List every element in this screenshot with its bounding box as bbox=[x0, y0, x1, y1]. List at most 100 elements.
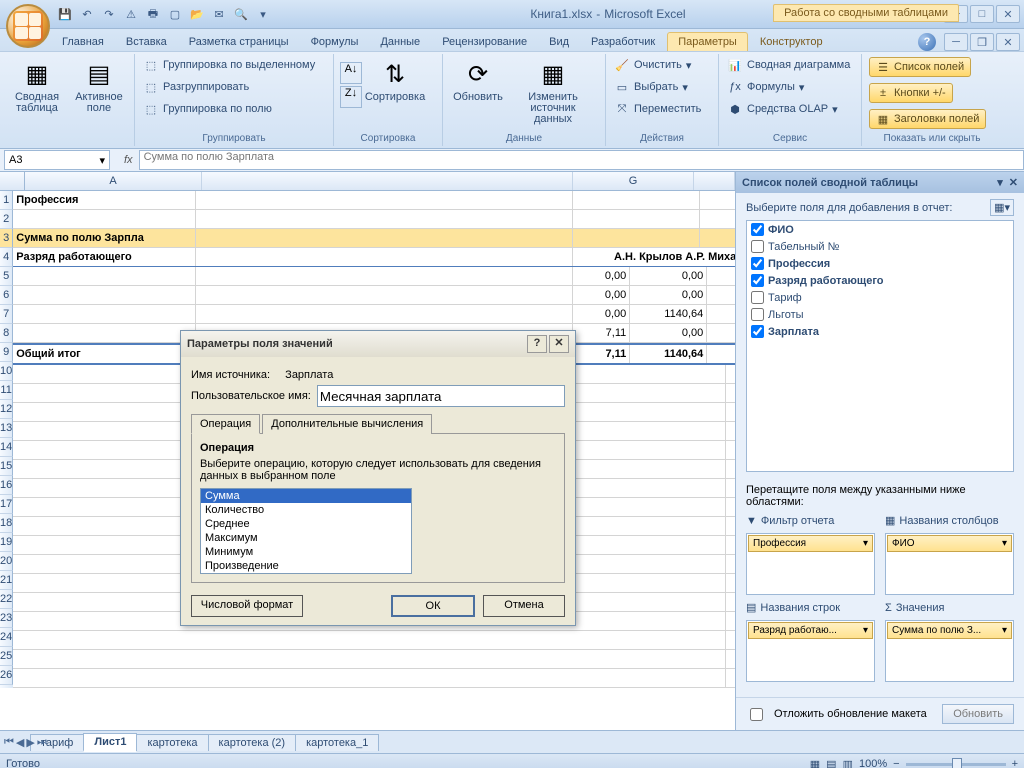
preview-icon[interactable]: 🔍 bbox=[232, 5, 250, 23]
redo-icon[interactable]: ↷ bbox=[100, 5, 118, 23]
rows-area[interactable]: Разряд работаю...▾ bbox=[746, 620, 875, 682]
list-option[interactable]: Среднее bbox=[201, 517, 411, 531]
row-header[interactable]: 10 bbox=[0, 362, 13, 381]
tab-developer[interactable]: Разработчик bbox=[581, 33, 665, 51]
sheet-tab[interactable]: картотека (2) bbox=[208, 734, 297, 751]
sort-asc-icon[interactable]: A↓ bbox=[340, 62, 362, 84]
field-checkbox[interactable] bbox=[751, 257, 764, 270]
last-sheet-icon[interactable]: ⏭ bbox=[37, 736, 47, 749]
cancel-button[interactable]: Отмена bbox=[483, 595, 565, 617]
view-layout-icon[interactable]: ▤ bbox=[826, 758, 836, 768]
row-header[interactable]: 20 bbox=[0, 552, 13, 571]
field-token[interactable]: Разряд работаю...▾ bbox=[748, 622, 873, 639]
row-header[interactable]: 12 bbox=[0, 400, 13, 419]
zoom-slider[interactable] bbox=[906, 763, 1006, 766]
workbook-close[interactable]: ✕ bbox=[996, 33, 1020, 51]
tab-view[interactable]: Вид bbox=[539, 33, 579, 51]
close-button[interactable]: ✕ bbox=[996, 5, 1020, 23]
field-item[interactable]: ФИО bbox=[747, 221, 1013, 238]
row-header[interactable]: 15 bbox=[0, 457, 13, 476]
field-token[interactable]: Сумма по полю З...▾ bbox=[887, 622, 1012, 639]
view-pagebreak-icon[interactable]: ▥ bbox=[843, 758, 853, 768]
field-checkbox[interactable] bbox=[751, 325, 764, 338]
col-header-a[interactable]: A bbox=[25, 172, 202, 190]
field-list-dropdown-icon[interactable]: ▾ bbox=[997, 176, 1003, 189]
sheet-tab-active[interactable]: Лист1 bbox=[83, 733, 137, 752]
dropdown-icon[interactable]: ▾ bbox=[1002, 625, 1007, 636]
name-box[interactable]: A3▾ bbox=[4, 150, 110, 170]
list-option[interactable]: Минимум bbox=[201, 545, 411, 559]
pivotchart-button[interactable]: 📊Сводная диаграмма bbox=[725, 56, 852, 74]
fx-icon[interactable]: fx bbox=[124, 154, 133, 166]
row-header[interactable]: 3 bbox=[0, 229, 13, 248]
row-header[interactable]: 25 bbox=[0, 647, 13, 666]
operation-listbox[interactable]: Сумма Количество Среднее Максимум Миниму… bbox=[200, 488, 412, 574]
formulas-button[interactable]: ƒxФормулы ▾ bbox=[725, 78, 806, 96]
field-item[interactable]: Тариф bbox=[747, 289, 1013, 306]
dialog-title-bar[interactable]: Параметры поля значений ?✕ bbox=[181, 331, 575, 357]
field-token[interactable]: ФИО▾ bbox=[887, 535, 1012, 552]
cell[interactable]: Профессия bbox=[13, 191, 196, 209]
field-checkbox[interactable] bbox=[751, 274, 764, 287]
update-button[interactable]: Обновить bbox=[942, 704, 1014, 724]
first-sheet-icon[interactable]: ⏮ bbox=[4, 736, 14, 749]
row-header[interactable]: 11 bbox=[0, 381, 13, 400]
row-header[interactable]: 18 bbox=[0, 514, 13, 533]
tab-options[interactable]: Параметры bbox=[667, 32, 748, 51]
office-button[interactable] bbox=[6, 4, 50, 48]
row-header[interactable]: 1 bbox=[0, 191, 13, 210]
row-header[interactable]: 19 bbox=[0, 533, 13, 552]
row-header[interactable]: 22 bbox=[0, 590, 13, 609]
workbook-minimize[interactable]: ─ bbox=[944, 33, 968, 51]
zoom-level[interactable]: 100% bbox=[859, 758, 887, 768]
view-normal-icon[interactable]: ▦ bbox=[810, 758, 820, 768]
ok-button[interactable]: ОК bbox=[391, 595, 475, 617]
zoom-in-icon[interactable]: + bbox=[1012, 758, 1018, 768]
cell[interactable]: Общий итог bbox=[13, 345, 196, 363]
field-item[interactable]: Зарплата bbox=[747, 323, 1013, 340]
sheet-tab[interactable]: картотека_1 bbox=[295, 734, 379, 751]
group-field[interactable]: ⬚Группировка по полю bbox=[141, 100, 274, 118]
open-icon[interactable]: 📂 bbox=[188, 5, 206, 23]
row-header[interactable]: 24 bbox=[0, 628, 13, 647]
formula-input[interactable]: Сумма по полю Зарплата bbox=[139, 150, 1024, 170]
next-sheet-icon[interactable]: ▶ bbox=[26, 736, 34, 749]
fieldlist-toggle[interactable]: ☰Список полей bbox=[869, 57, 971, 77]
save-icon[interactable]: 💾 bbox=[56, 5, 74, 23]
row-header[interactable]: 13 bbox=[0, 419, 13, 438]
headers-toggle[interactable]: ▦Заголовки полей bbox=[869, 109, 986, 129]
olap-button[interactable]: ⬢Средства OLAP ▾ bbox=[725, 100, 840, 118]
row-header[interactable]: 7 bbox=[0, 305, 13, 324]
activefield-button[interactable]: ▤Активное поле bbox=[70, 56, 128, 116]
list-option[interactable]: Сумма bbox=[201, 489, 411, 503]
row-header[interactable]: 9 bbox=[0, 343, 13, 362]
row-header[interactable]: 4 bbox=[0, 248, 13, 267]
tab-show-values-as[interactable]: Дополнительные вычисления bbox=[262, 414, 432, 434]
tab-insert[interactable]: Вставка bbox=[116, 33, 177, 51]
row-header[interactable]: 21 bbox=[0, 571, 13, 590]
tab-pagelayout[interactable]: Разметка страницы bbox=[179, 33, 299, 51]
field-checkbox[interactable] bbox=[751, 291, 764, 304]
list-option[interactable]: Произведение bbox=[201, 559, 411, 573]
number-format-button[interactable]: Числовой формат bbox=[191, 595, 303, 617]
field-checklist[interactable]: ФИО Табельный № Профессия Разряд работаю… bbox=[746, 220, 1014, 472]
dropdown-icon[interactable]: ▾ bbox=[863, 625, 868, 636]
field-item[interactable]: Льготы bbox=[747, 306, 1013, 323]
defer-checkbox[interactable] bbox=[750, 708, 763, 721]
tab-data[interactable]: Данные bbox=[370, 33, 430, 51]
row-header[interactable]: 26 bbox=[0, 666, 13, 685]
field-checkbox[interactable] bbox=[751, 223, 764, 236]
sort-button[interactable]: ⇅Сортировка bbox=[366, 56, 424, 105]
change-source-button[interactable]: ▦Изменить источник данных bbox=[511, 56, 595, 127]
group-selection[interactable]: ⬚Группировка по выделенному bbox=[141, 56, 317, 74]
row-header[interactable]: 16 bbox=[0, 476, 13, 495]
row-header[interactable]: 2 bbox=[0, 210, 13, 229]
prev-sheet-icon[interactable]: ◀ bbox=[16, 736, 24, 749]
zoom-out-icon[interactable]: − bbox=[893, 758, 899, 768]
dialog-close-button[interactable]: ✕ bbox=[549, 335, 569, 353]
sheet-tab[interactable]: картотека bbox=[136, 734, 208, 751]
field-item[interactable]: Табельный № bbox=[747, 238, 1013, 255]
row-header[interactable]: 23 bbox=[0, 609, 13, 628]
row-header[interactable]: 17 bbox=[0, 495, 13, 514]
qat-more-icon[interactable]: ▾ bbox=[254, 5, 272, 23]
